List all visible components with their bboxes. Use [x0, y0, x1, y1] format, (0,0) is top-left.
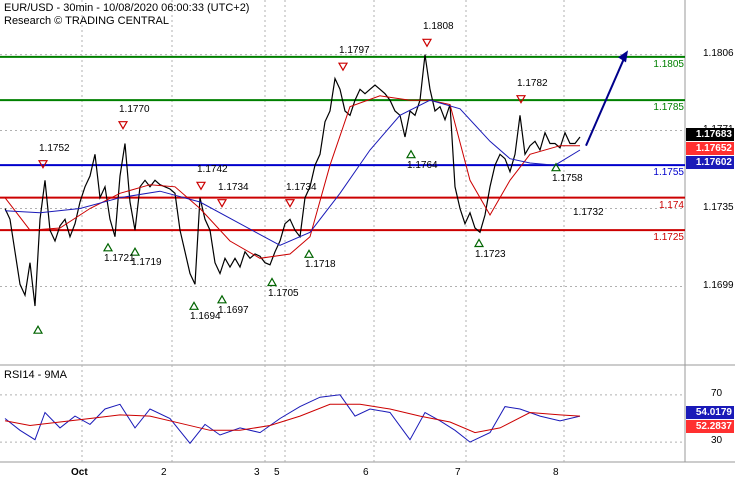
low-label: 1.1764: [407, 159, 438, 171]
high-label: 1.1808: [423, 21, 454, 33]
high-label: 1.1734: [286, 181, 317, 193]
rsi-last-value-tag: 54.0179: [686, 406, 734, 419]
rsi-tick-label: 30: [711, 435, 723, 447]
low-label: 1.1723: [475, 248, 506, 260]
price-series: [4, 54, 581, 307]
last-value-tag: 1.17683: [686, 128, 734, 141]
price-tick-label: 1.1699: [703, 279, 734, 291]
low-marker: [405, 149, 417, 159]
level-label: 1.1755: [653, 167, 684, 179]
low-marker: [102, 242, 114, 252]
rsi-title: RSI14 - 9MA: [4, 369, 67, 381]
high-marker: [117, 121, 129, 130]
series-rsi: [4, 394, 581, 445]
high-label: 1.1797: [339, 45, 370, 57]
chart-canvas: [0, 0, 735, 463]
low-label: 1.1721: [104, 252, 135, 264]
high-label: 1.1734: [218, 181, 249, 193]
chart-source: Research © TRADING CENTRAL: [4, 15, 169, 27]
x-tick-label: 6: [363, 467, 369, 478]
level-label: 1.174: [658, 199, 684, 211]
low-marker: [32, 324, 44, 334]
x-tick-label: 2: [161, 467, 167, 478]
high-label: 1.1770: [119, 103, 150, 115]
last-value-tag: 1.17652: [686, 142, 734, 155]
low-label: 1.1697: [218, 304, 249, 316]
high-marker: [284, 199, 296, 208]
series-fast_ma: [4, 95, 580, 259]
high-label: 1.1742: [197, 164, 228, 176]
high-marker: [337, 62, 349, 72]
x-tick-label: 5: [274, 467, 280, 478]
x-tick-label: 7: [455, 467, 461, 478]
rsi-series: [4, 394, 581, 445]
low-marker: [188, 301, 200, 310]
low-marker: [303, 249, 315, 258]
forecast-arrow: [585, 50, 628, 147]
rsi-tick-label: 70: [711, 387, 723, 399]
low-marker: [473, 238, 485, 248]
x-tick-label: 3: [254, 467, 260, 478]
x-tick-label: 8: [553, 467, 559, 478]
low-label: 1.1705: [268, 287, 299, 299]
low-label: 1.1758: [552, 172, 583, 184]
high-label: 1.1752: [39, 142, 70, 154]
low-marker: [266, 277, 278, 287]
level-label: 1.1725: [653, 232, 684, 244]
chart-title: EUR/USD - 30min - 10/08/2020 06:00:33 (U…: [4, 2, 250, 14]
price-label: 1.1732: [573, 207, 604, 218]
high-marker: [195, 181, 207, 191]
high-marker: [216, 199, 228, 208]
price-tick-label: 1.1735: [703, 201, 734, 213]
price-tick-label: 1.1806: [703, 47, 734, 59]
series-rsi_ma: [4, 403, 581, 434]
last-value-tag: 1.17602: [686, 156, 734, 169]
level-label: 1.1805: [653, 58, 684, 70]
low-label: 1.1719: [131, 257, 162, 269]
low-marker: [216, 294, 228, 304]
low-label: 1.1694: [190, 311, 221, 323]
level-label: 1.1785: [653, 102, 684, 114]
rsi-last-value-tag: 52.2837: [686, 420, 734, 433]
high-label: 1.1782: [517, 77, 548, 89]
series-price: [4, 54, 581, 307]
x-tick-label: Oct: [71, 467, 88, 478]
level-lines: [0, 55, 685, 232]
low-label: 1.1718: [305, 259, 336, 271]
high-marker: [421, 38, 433, 48]
